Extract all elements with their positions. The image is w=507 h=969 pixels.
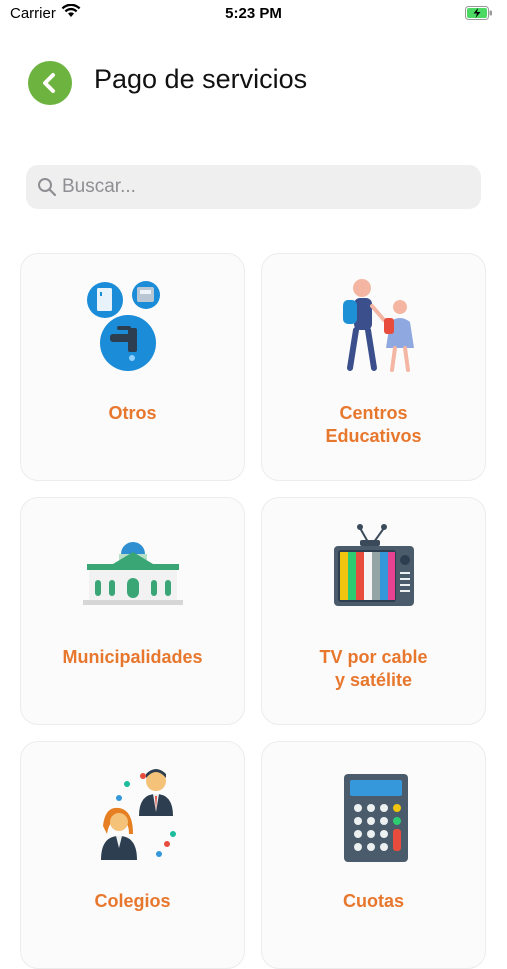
category-label: Otros (108, 403, 157, 423)
clock: 5:23 PM (225, 5, 282, 22)
category-label: Municipalidades (62, 647, 203, 667)
chevron-left-icon (43, 73, 55, 93)
category-label: TV por cable y satélite (319, 647, 428, 690)
category-label: Centros Educativos (325, 403, 422, 446)
category-card-municipalidades[interactable]: Municipalidades (20, 497, 245, 725)
category-card-centros-educativos[interactable]: Centros Educativos (261, 253, 486, 481)
professionals-icon (101, 769, 176, 860)
status-bar: Carrier 5:23 PM (0, 0, 507, 30)
municipal-building-icon (83, 542, 183, 605)
search-icon (38, 178, 57, 197)
search-bar[interactable] (26, 165, 481, 209)
battery-charging-icon (465, 6, 492, 20)
category-card-otros[interactable]: Otros (20, 253, 245, 481)
students-icon (343, 279, 414, 372)
back-button[interactable] (28, 61, 72, 105)
category-card-colegios[interactable]: Colegios (20, 741, 245, 969)
page-title: Pago de servicios (94, 64, 308, 94)
category-label: Cuotas (342, 891, 404, 911)
utilities-icon (87, 281, 160, 371)
search-input[interactable] (62, 165, 467, 209)
tv-icon (334, 524, 414, 606)
category-card-tv-cable[interactable]: TV por cable y satélite (261, 497, 486, 725)
calculator-icon (344, 774, 408, 862)
category-label: Colegios (94, 891, 171, 911)
category-card-cuotas[interactable]: Cuotas (261, 741, 486, 969)
